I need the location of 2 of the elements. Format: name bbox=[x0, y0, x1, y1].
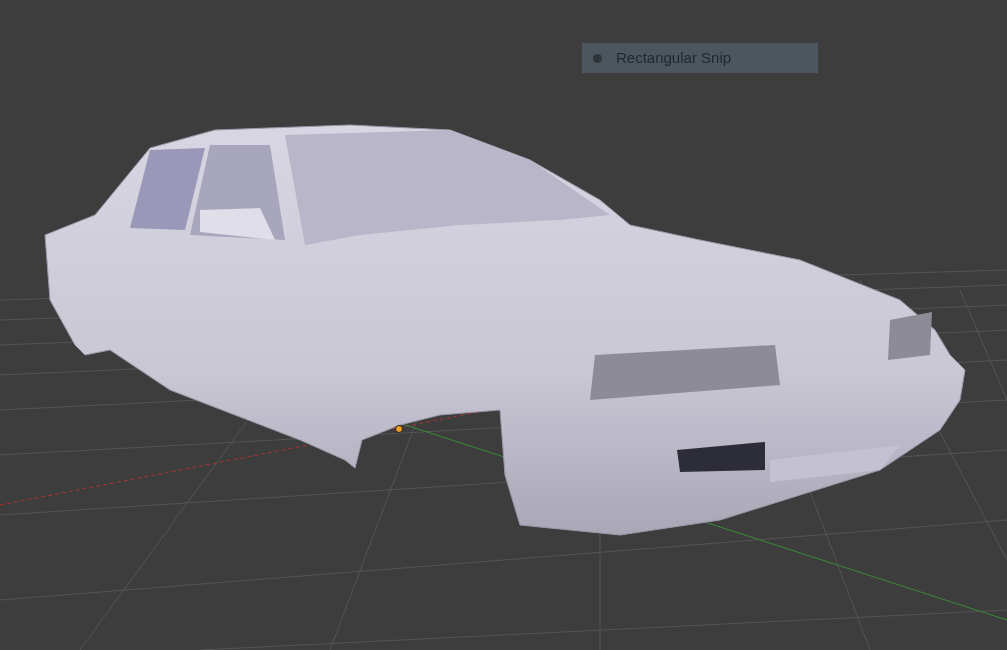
origin-point-icon bbox=[395, 425, 403, 433]
bullet-icon bbox=[593, 53, 602, 63]
